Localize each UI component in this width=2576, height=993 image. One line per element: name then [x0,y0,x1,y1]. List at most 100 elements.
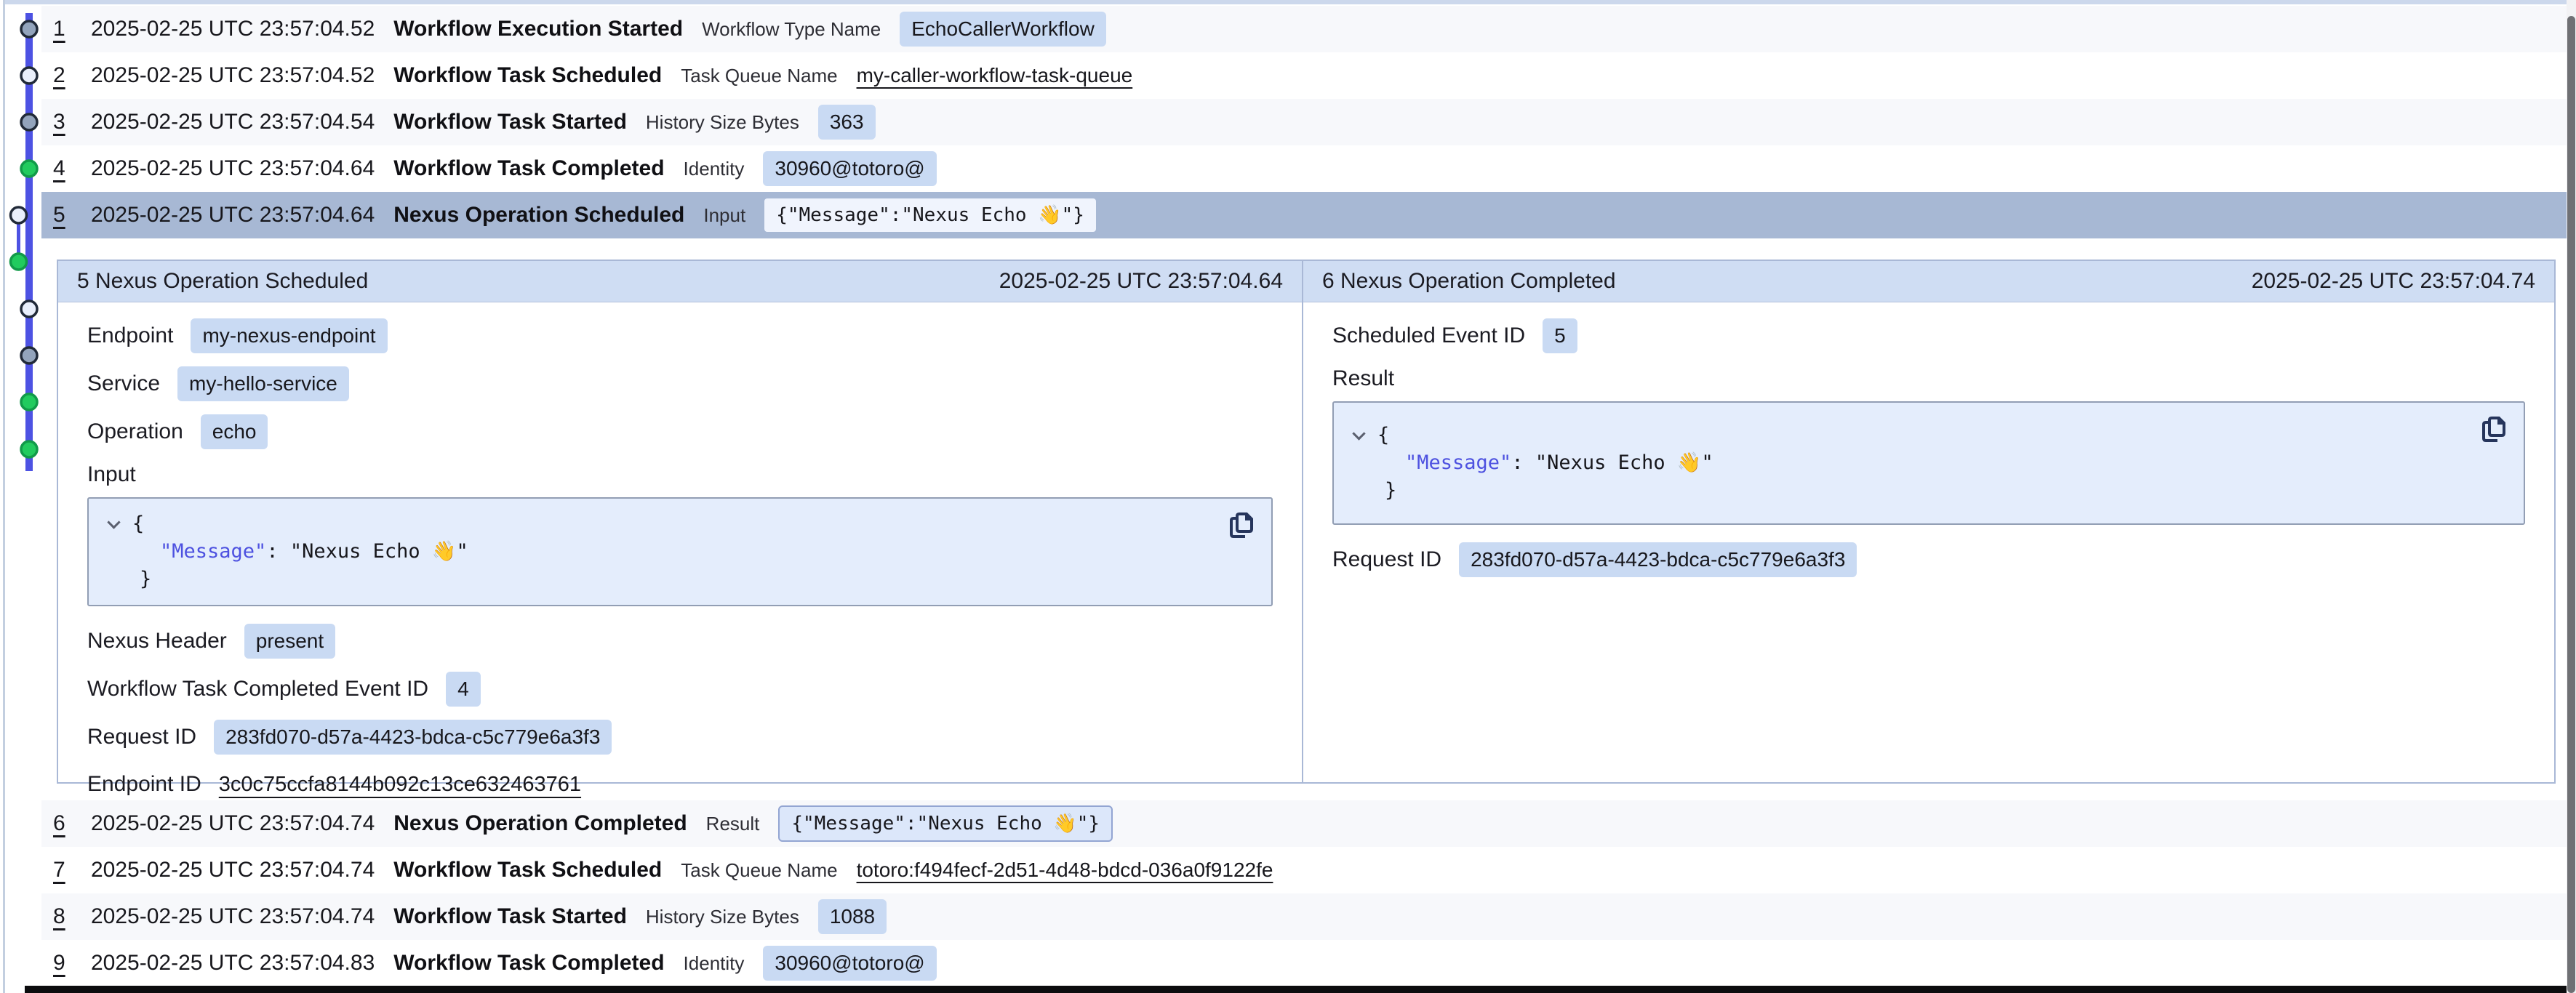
field-label: Workflow Task Completed Event ID [87,677,428,701]
result-payload-badge: {"Message":"Nexus Echo 👋"} [778,805,1113,842]
event-row-4[interactable]: 4 2025-02-25 UTC 23:57:04.64 Workflow Ta… [41,145,2567,192]
endpoint-id-field: Endpoint ID 3c0c75ccfa8144b092c13ce63246… [87,768,1273,801]
result-section-label: Result [1332,366,2525,391]
event-id-link[interactable]: 2 [53,63,72,88]
event-id-link[interactable]: 7 [53,858,72,883]
json-separator: : [266,540,290,563]
event-name: Nexus Operation Scheduled [393,203,684,228]
collapse-chevron-icon[interactable] [1353,429,1364,441]
event-name: Workflow Task Scheduled [393,858,662,883]
scheduled-event-id-badge: 5 [1543,318,1577,353]
event-row-3[interactable]: 3 2025-02-25 UTC 23:57:04.54 Workflow Ta… [41,99,2567,145]
detail-label: Result [706,813,760,835]
request-id-field: Request ID 283fd070-d57a-4423-bdca-c5c77… [1332,542,2525,577]
json-line: "Message": "Nexus Echo 👋" [1377,449,2458,477]
service-badge: my-hello-service [177,366,349,401]
event-timestamp: 2025-02-25 UTC 23:57:04.64 [91,203,375,228]
detail-value-badge: 1088 [818,899,887,934]
result-json-block: { "Message": "Nexus Echo 👋" } [1332,401,2525,525]
panel-title: 6 Nexus Operation Completed [1322,269,1616,294]
top-divider [4,0,2567,4]
timeline-dot [21,21,37,37]
panel-title: 5 Nexus Operation Scheduled [77,269,368,294]
event-row-5-selected[interactable]: 5 2025-02-25 UTC 23:57:04.64 Nexus Opera… [41,192,2567,238]
field-label: Service [87,371,160,396]
input-payload-badge: {"Message":"Nexus Echo 👋"} [764,198,1096,232]
event-row-6[interactable]: 6 2025-02-25 UTC 23:57:04.74 Nexus Opera… [41,800,2567,847]
event-name: Workflow Task Scheduled [393,63,662,88]
event-row-8[interactable]: 8 2025-02-25 UTC 23:57:04.74 Workflow Ta… [41,893,2567,940]
event-id-link[interactable]: 5 [53,203,72,228]
detail-value-badge: 30960@totoro@ [763,151,936,186]
event-id-link[interactable]: 6 [53,811,72,836]
timeline-dot [21,161,37,177]
workflow-history-page: 1 2025-02-25 UTC 23:57:04.52 Workflow Ex… [0,0,2576,993]
detail-value-badge: 363 [818,105,876,140]
json-key: "Message" [1405,451,1511,474]
detail-value-badge: 30960@totoro@ [763,946,936,981]
timeline-dot [21,68,37,84]
event-id-link[interactable]: 1 [53,17,72,41]
field-label: Scheduled Event ID [1332,323,1525,348]
timeline-dot [21,441,37,457]
detail-label: Task Queue Name [681,65,837,87]
endpoint-badge: my-nexus-endpoint [191,318,387,353]
json-separator: : [1511,451,1535,474]
event-id-badge: 4 [446,672,481,707]
nexus-operation-scheduled-panel: 5 Nexus Operation Scheduled 2025-02-25 U… [58,261,1302,782]
json-line: "Message": "Nexus Echo 👋" [132,538,1206,566]
field-label: Nexus Header [87,629,227,654]
collapse-chevron-icon[interactable] [108,518,119,529]
timeline-dot [21,114,37,130]
event-detail-panels: 5 Nexus Operation Scheduled 2025-02-25 U… [57,260,2556,784]
input-section-label: Input [87,462,1273,487]
json-key: "Message" [160,540,266,563]
scrollbar-track[interactable] [2567,0,2576,993]
panel-timestamp: 2025-02-25 UTC 23:57:04.64 [999,269,1283,294]
field-label: Operation [87,419,183,444]
event-id-link[interactable]: 3 [53,110,72,134]
event-timestamp: 2025-02-25 UTC 23:57:04.74 [91,858,375,883]
endpoint-id-link[interactable]: 3c0c75ccfa8144b092c13ce632463761 [219,773,581,797]
event-id-link[interactable]: 9 [53,951,72,976]
request-id-badge: 283fd070-d57a-4423-bdca-c5c779e6a3f3 [1459,542,1857,577]
event-row-7[interactable]: 7 2025-02-25 UTC 23:57:04.74 Workflow Ta… [41,847,2567,893]
field-label: Endpoint [87,323,173,348]
panel-body: Endpoint my-nexus-endpoint Service my-he… [58,302,1302,830]
service-field: Service my-hello-service [87,366,1273,401]
copy-icon[interactable] [1228,510,1255,541]
event-name: Workflow Task Completed [393,156,664,181]
panel-header[interactable]: 5 Nexus Operation Scheduled 2025-02-25 U… [58,261,1302,302]
event-timestamp: 2025-02-25 UTC 23:57:04.52 [91,17,375,41]
bottom-section-edge [25,986,2567,993]
event-id-link[interactable]: 4 [53,156,72,181]
task-queue-link[interactable]: my-caller-workflow-task-queue [857,64,1133,87]
nexus-operation-completed-panel: 6 Nexus Operation Completed 2025-02-25 U… [1302,261,2554,782]
detail-label: History Size Bytes [646,906,799,928]
panel-header[interactable]: 6 Nexus Operation Completed 2025-02-25 U… [1303,261,2554,302]
workflow-task-completed-event-id-field: Workflow Task Completed Event ID 4 [87,672,1273,707]
detail-label: Workflow Type Name [702,18,881,41]
request-id-field: Request ID 283fd070-d57a-4423-bdca-c5c77… [87,720,1273,755]
field-label: Request ID [87,725,196,749]
scheduled-event-id-field: Scheduled Event ID 5 [1332,318,2525,353]
scrollbar-thumb[interactable] [2567,16,2575,993]
event-id-link[interactable]: 8 [53,904,72,929]
copy-icon[interactable] [2480,414,2508,445]
input-json-block: { "Message": "Nexus Echo 👋" } [87,497,1273,606]
task-queue-link[interactable]: totoro:f494fecf-2d51-4d48-bdcd-036a0f912… [857,859,1273,882]
event-name: Workflow Task Completed [393,951,664,976]
event-row-1[interactable]: 1 2025-02-25 UTC 23:57:04.52 Workflow Ex… [41,6,2567,52]
detail-label: History Size Bytes [646,111,799,134]
event-row-2[interactable]: 2 2025-02-25 UTC 23:57:04.52 Workflow Ta… [41,52,2567,99]
detail-label: Identity [684,158,745,180]
timeline-dot [21,347,37,363]
event-row-9[interactable]: 9 2025-02-25 UTC 23:57:04.83 Workflow Ta… [41,940,2567,986]
detail-label: Identity [684,952,745,975]
request-id-badge: 283fd070-d57a-4423-bdca-c5c779e6a3f3 [214,720,612,755]
field-label: Endpoint ID [87,772,201,797]
timeline-dot [21,301,37,317]
detail-label: Task Queue Name [681,859,837,882]
timeline-dot [21,394,37,410]
json-line: } [132,566,1206,593]
